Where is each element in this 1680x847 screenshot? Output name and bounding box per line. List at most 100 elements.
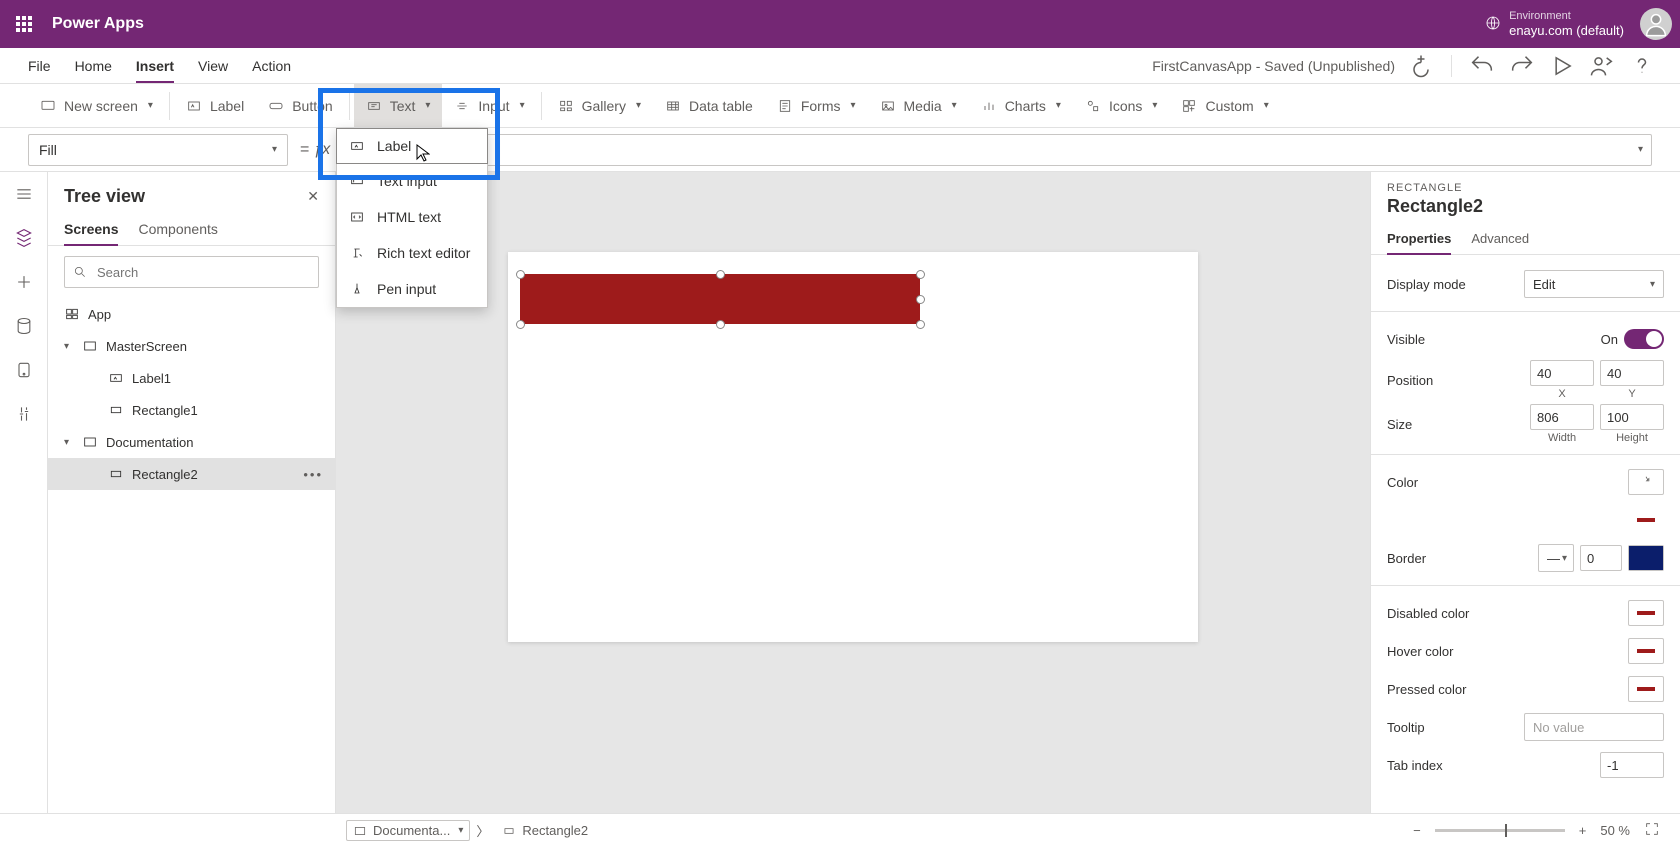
rectangle-shape[interactable]: [520, 274, 920, 324]
menu-file[interactable]: File: [28, 58, 51, 74]
tabindex-input[interactable]: -1: [1600, 752, 1664, 778]
tab-screens[interactable]: Screens: [64, 213, 118, 245]
selection-handle[interactable]: [516, 320, 525, 329]
input-dropdown[interactable]: Input▾: [442, 84, 536, 127]
canvas[interactable]: [508, 252, 1198, 642]
selection-handle[interactable]: [916, 320, 925, 329]
menu-item-peninput[interactable]: Pen input: [337, 271, 487, 307]
breadcrumb-control[interactable]: Rectangle2: [495, 820, 595, 841]
tab-advanced[interactable]: Advanced: [1471, 223, 1529, 254]
tree-item-label1[interactable]: Label1: [48, 362, 335, 394]
datatable-button[interactable]: Data table: [653, 84, 765, 127]
redo-icon[interactable]: [1508, 52, 1536, 80]
visible-toggle[interactable]: [1624, 329, 1664, 349]
selection-handle[interactable]: [716, 320, 725, 329]
menu-view[interactable]: View: [198, 58, 228, 74]
hover-color-picker[interactable]: [1628, 638, 1664, 664]
label-icon: [349, 138, 365, 154]
menu-item-label[interactable]: Label: [336, 128, 488, 164]
tree-view-icon[interactable]: [14, 228, 34, 248]
avatar[interactable]: [1640, 8, 1672, 40]
custom-dropdown[interactable]: Custom▾: [1169, 84, 1280, 127]
disabled-color-picker[interactable]: [1628, 600, 1664, 626]
button-button[interactable]: Button: [256, 84, 344, 127]
menu-insert[interactable]: Insert: [136, 58, 174, 74]
menu-item-richtext[interactable]: Rich text editor: [337, 235, 487, 271]
tooltip-input[interactable]: No value: [1524, 713, 1664, 741]
menu-item-text: Text input: [377, 173, 437, 189]
tab-properties[interactable]: Properties: [1387, 223, 1451, 254]
hamburger-icon[interactable]: [14, 184, 34, 204]
divider: [1451, 55, 1452, 77]
charts-dropdown[interactable]: Charts▾: [969, 84, 1073, 127]
zoom-slider[interactable]: [1435, 829, 1565, 832]
undo-icon[interactable]: [1468, 52, 1496, 80]
tree-item-rectangle1[interactable]: Rectangle1: [48, 394, 335, 426]
more-icon[interactable]: •••: [303, 467, 323, 482]
size-height-input[interactable]: 100: [1600, 404, 1664, 430]
selection-handle[interactable]: [716, 270, 725, 279]
chevron-down-icon: ▾: [1650, 279, 1655, 290]
fit-screen-icon[interactable]: [1644, 821, 1660, 840]
tree-search[interactable]: [64, 256, 319, 288]
chevron-down-icon: ▾: [425, 100, 430, 111]
size-width-input[interactable]: 806: [1530, 404, 1594, 430]
environment-selector[interactable]: Environment enayu.com (default): [1509, 10, 1624, 39]
text-icon: [366, 98, 382, 114]
zoom-out-icon[interactable]: −: [1413, 823, 1421, 838]
app-checker-icon[interactable]: [1407, 52, 1435, 80]
zoom-in-icon[interactable]: +: [1579, 823, 1587, 838]
advanced-tools-icon[interactable]: [14, 404, 34, 424]
pressed-color-picker[interactable]: [1628, 676, 1664, 702]
color-picker[interactable]: [1628, 469, 1664, 495]
media-dropdown[interactable]: Media▾: [868, 84, 969, 127]
icons-dropdown[interactable]: Icons▾: [1073, 84, 1170, 127]
breadcrumb: Documenta... ▾ 〉 Rectangle2: [346, 820, 595, 841]
tree-item-app[interactable]: App: [48, 298, 335, 330]
border-width-input[interactable]: 0: [1580, 545, 1622, 571]
tab-components[interactable]: Components: [138, 213, 217, 245]
property-selector[interactable]: Fill ▾: [28, 134, 288, 166]
play-icon[interactable]: [1548, 52, 1576, 80]
canvas-area[interactable]: [336, 172, 1370, 813]
divider: [349, 92, 350, 120]
breadcrumb-screen[interactable]: Documenta... ▾: [346, 820, 470, 841]
insert-icon[interactable]: [14, 272, 34, 292]
icons-label: Icons: [1109, 98, 1142, 114]
close-icon[interactable]: ✕: [307, 188, 319, 205]
media-rail-icon[interactable]: [14, 360, 34, 380]
text-dropdown[interactable]: Text ▾: [354, 84, 443, 127]
tree-item-rectangle2[interactable]: Rectangle2 •••: [48, 458, 335, 490]
tree-item-masterscreen[interactable]: ▾ MasterScreen: [48, 330, 335, 362]
forms-label: Forms: [801, 98, 841, 114]
forms-dropdown[interactable]: Forms▾: [765, 84, 868, 127]
border-color-picker[interactable]: [1628, 545, 1664, 571]
share-icon[interactable]: [1588, 52, 1616, 80]
formula-input[interactable]: ▾: [342, 134, 1652, 166]
position-y-input[interactable]: 40: [1600, 360, 1664, 386]
search-input[interactable]: [95, 264, 310, 281]
help-icon[interactable]: [1628, 52, 1656, 80]
custom-icon: [1181, 98, 1197, 114]
app-icon: [64, 306, 80, 322]
label-button[interactable]: Label: [174, 84, 256, 127]
chevron-down-icon: ▾: [1264, 100, 1269, 111]
text-label: Text: [390, 98, 416, 114]
selection-handle[interactable]: [516, 270, 525, 279]
border-style-select[interactable]: —▾: [1538, 544, 1574, 572]
menu-item-htmltext[interactable]: HTML text: [337, 199, 487, 235]
menu-action[interactable]: Action: [252, 58, 291, 74]
menu-item-textinput[interactable]: Text input: [337, 163, 487, 199]
displaymode-select[interactable]: Edit▾: [1524, 270, 1664, 298]
new-screen-button[interactable]: New screen▾: [28, 84, 165, 127]
new-screen-label: New screen: [64, 98, 138, 114]
visible-on-label: On: [1601, 332, 1618, 347]
position-x-input[interactable]: 40: [1530, 360, 1594, 386]
app-launcher-icon[interactable]: [8, 8, 40, 40]
selection-handle[interactable]: [916, 270, 925, 279]
data-icon[interactable]: [14, 316, 34, 336]
selection-handle[interactable]: [916, 295, 925, 304]
menu-home[interactable]: Home: [75, 58, 112, 74]
tree-item-documentation[interactable]: ▾ Documentation: [48, 426, 335, 458]
gallery-dropdown[interactable]: Gallery▾: [546, 84, 653, 127]
